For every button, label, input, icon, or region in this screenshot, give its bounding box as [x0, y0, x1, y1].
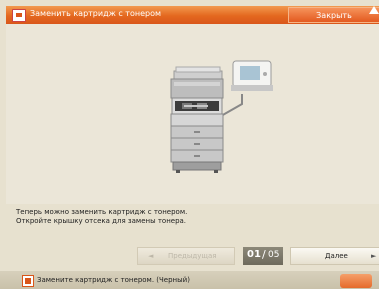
status-bar: Замените картридж с тонером. (Черный) [0, 271, 379, 289]
page-title: Заменить картридж с тонером [30, 9, 162, 18]
toner-icon [22, 275, 34, 287]
status-message: Замените картридж с тонером. (Черный) [37, 276, 190, 284]
next-button[interactable]: Далее ► [290, 247, 379, 265]
previous-button[interactable]: ◄ Предыдущая [137, 247, 235, 265]
message-line: Теперь можно заменить картридж с тонером… [16, 208, 188, 216]
illustration-panel [6, 24, 379, 204]
message-area: Теперь можно заменить картридж с тонером… [6, 204, 379, 244]
page-total: 05 [268, 250, 280, 260]
next-label: Далее [325, 252, 348, 260]
title-bar: Заменить картридж с тонером Закрыть [6, 6, 379, 24]
close-button[interactable]: Закрыть [288, 7, 379, 23]
status-monitor-button[interactable] [340, 274, 372, 288]
page-separator: / [262, 248, 266, 261]
control-panel-icon [231, 60, 273, 91]
page-current: 01 [247, 249, 261, 260]
arrow-right-icon: ► [371, 252, 377, 260]
message-line: Откройте крышку отсека для замены тонера… [16, 217, 187, 225]
previous-label: Предыдущая [168, 252, 217, 260]
printer-illustration [170, 60, 273, 173]
arrow-left-icon: ◄ [148, 252, 154, 260]
page-indicator: 01 / 05 [243, 247, 283, 265]
scroll-up-icon [369, 6, 379, 14]
screen: Заменить картридж с тонером Закрыть Тепе… [0, 0, 379, 289]
toner-icon [12, 9, 26, 22]
